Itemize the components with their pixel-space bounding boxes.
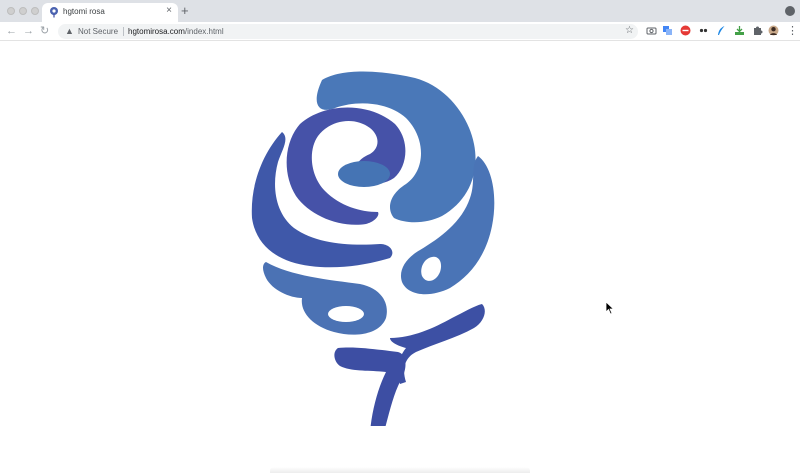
address-bar[interactable]: ▲ Not Secure hgtomirosa.com/index.html ☆: [58, 24, 638, 39]
divider: [123, 27, 124, 36]
puzzle-icon[interactable]: [752, 25, 763, 36]
browser-menu-icon[interactable]: ⋮: [787, 24, 798, 38]
blue-rose-logo: [251, 71, 495, 426]
bookmark-star-icon[interactable]: ☆: [625, 25, 634, 37]
maximize-window-button[interactable]: [31, 7, 39, 15]
browser-profile-icon[interactable]: [785, 6, 795, 16]
back-button[interactable]: ←: [6, 24, 17, 38]
camera-icon[interactable]: [646, 25, 657, 36]
warning-icon[interactable]: ▲: [65, 26, 74, 37]
avatar[interactable]: [768, 25, 779, 36]
tab-bar: hgtomi rosa × +: [0, 0, 800, 22]
adblock-icon[interactable]: [680, 25, 691, 36]
url-text[interactable]: hgtomirosa.com/index.html: [128, 26, 224, 37]
minimize-window-button[interactable]: [19, 7, 27, 15]
page-content: [0, 41, 800, 473]
download-icon[interactable]: [734, 25, 745, 36]
feather-icon[interactable]: [716, 25, 727, 36]
tab-title: hgtomi rosa: [63, 7, 105, 16]
browser-tab[interactable]: hgtomi rosa ×: [42, 3, 178, 22]
url-path: /index.html: [184, 27, 224, 36]
security-label[interactable]: Not Secure: [78, 26, 118, 37]
translate-icon[interactable]: [662, 25, 673, 36]
close-icon[interactable]: ×: [166, 5, 172, 17]
dots-icon[interactable]: [698, 25, 709, 36]
browser-toolbar: ← → ↻ ▲ Not Secure hgtomirosa.com/index.…: [0, 22, 800, 41]
forward-button[interactable]: →: [23, 24, 34, 38]
new-tab-button[interactable]: +: [181, 3, 189, 19]
bottom-edge-shadow: [270, 467, 530, 473]
close-window-button[interactable]: [7, 7, 15, 15]
url-host: hgtomirosa.com: [128, 27, 185, 36]
rose-favicon-icon: [50, 7, 58, 18]
reload-button[interactable]: ↻: [40, 24, 49, 38]
mouse-cursor-icon: [605, 301, 615, 315]
